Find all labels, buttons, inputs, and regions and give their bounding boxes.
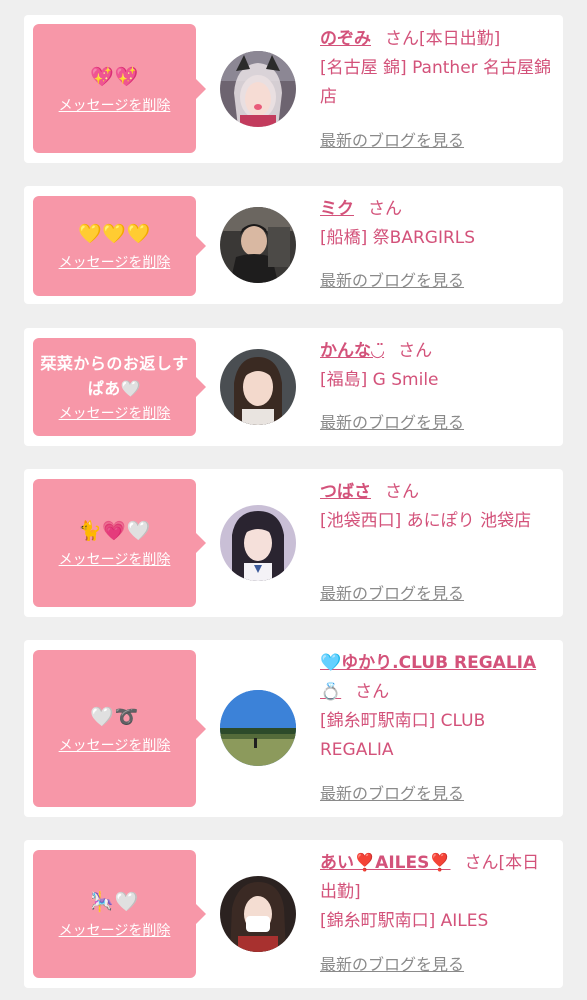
avatar[interactable]	[220, 505, 296, 581]
cast-suffix: さん	[355, 682, 390, 702]
shop-name: [船橋] 祭BARGIRLS	[320, 228, 476, 248]
cast-suffix: さん	[398, 341, 433, 361]
cast-name-link[interactable]: のぞみ	[320, 29, 371, 49]
delete-message-link[interactable]: メッセージを削除	[59, 403, 171, 423]
cast-info: かんな◡̈ さん [福島] G Smile	[320, 337, 556, 395]
message-card: 💛💛💛 メッセージを削除 ミク さん [船橋] 祭BARGIRLS 最新のブログを…	[24, 186, 563, 304]
message-bubble: 💛💛💛 メッセージを削除	[33, 196, 206, 296]
cast-name-link[interactable]: ミク	[320, 199, 354, 219]
cast-info: つばさ さん [池袋西口] あにぽり 池袋店	[320, 478, 556, 536]
message-bubble: 栞菜からのお返しすぱあ🤍 メッセージを削除	[33, 338, 206, 436]
shop-name: [池袋西口] あにぽり 池袋店	[320, 511, 532, 531]
blog-link[interactable]: 最新のブログを見る	[320, 580, 464, 604]
cast-name-link[interactable]: あい❣️AILES❣️	[320, 853, 451, 873]
blog-link[interactable]: 最新のブログを見る	[320, 780, 464, 804]
blog-link[interactable]: 最新のブログを見る	[320, 267, 464, 291]
cast-suffix: さん[本日出勤]	[385, 29, 501, 49]
avatar[interactable]	[220, 207, 296, 283]
cast-name-link[interactable]: かんな◡̈	[320, 341, 384, 361]
shop-name: [錦糸町駅南口] AILES	[320, 911, 489, 931]
message-text: 🐈💗🤍	[78, 520, 151, 542]
message-bubble: 🐈💗🤍 メッセージを削除	[33, 479, 206, 607]
avatar[interactable]	[220, 51, 296, 127]
cast-name-link[interactable]: つばさ	[320, 482, 371, 502]
avatar[interactable]	[220, 876, 296, 952]
cast-name-link[interactable]: 🩵ゆかり.CLUB REGALIA💍	[320, 653, 536, 702]
message-text: 🎠🤍	[90, 891, 139, 913]
shop-name: [錦糸町駅南口] CLUB REGALIA	[320, 711, 486, 760]
message-card: 🤍➰ メッセージを削除 🩵ゆかり.CLUB REGALIA💍 さん [錦糸町駅南口…	[24, 640, 563, 817]
avatar[interactable]	[220, 349, 296, 425]
cast-info: ミク さん [船橋] 祭BARGIRLS	[320, 195, 556, 253]
message-text: 💖💖	[90, 65, 139, 88]
blog-link[interactable]: 最新のブログを見る	[320, 409, 464, 433]
cast-info: のぞみ さん[本日出勤] [名古屋 錦] Panther 名古屋錦店	[320, 25, 556, 112]
message-card: 🐈💗🤍 メッセージを削除 つばさ さん [池袋西口] あにぽり 池袋店 最新のブロ…	[24, 469, 563, 617]
message-card: 💖💖 メッセージを削除 のぞみ さん[本日出勤] [名古屋 錦] Panther …	[24, 15, 563, 163]
message-bubble: 🤍➰ メッセージを削除	[33, 650, 206, 807]
cast-info: 🩵ゆかり.CLUB REGALIA💍 さん [錦糸町駅南口] CLUB REGAL…	[320, 649, 556, 765]
shop-name: [福島] G Smile	[320, 370, 439, 390]
delete-message-link[interactable]: メッセージを削除	[59, 735, 171, 755]
blog-link[interactable]: 最新のブログを見る	[320, 951, 464, 975]
delete-message-link[interactable]: メッセージを削除	[59, 252, 171, 272]
message-text: 🤍➰	[90, 705, 139, 728]
message-card: 🎠🤍 メッセージを削除 あい❣️AILES❣️ さん[本日出勤] [錦糸町駅南口]…	[24, 840, 563, 988]
cast-suffix: さん	[368, 199, 402, 219]
delete-message-link[interactable]: メッセージを削除	[59, 920, 171, 940]
message-card: 栞菜からのお返しすぱあ🤍 メッセージを削除 かんな◡̈ さん [福島] G Smi…	[24, 328, 563, 446]
cast-info: あい❣️AILES❣️ さん[本日出勤] [錦糸町駅南口] AILES	[320, 849, 556, 936]
message-bubble: 💖💖 メッセージを削除	[33, 24, 206, 153]
delete-message-link[interactable]: メッセージを削除	[59, 95, 171, 115]
delete-message-link[interactable]: メッセージを削除	[59, 549, 171, 569]
cast-suffix: さん	[385, 482, 419, 502]
shop-name: [名古屋 錦] Panther 名古屋錦店	[320, 58, 552, 107]
message-text: 栞菜からのお返しすぱあ🤍	[40, 354, 189, 398]
avatar[interactable]	[220, 690, 296, 766]
message-bubble: 🎠🤍 メッセージを削除	[33, 850, 206, 978]
message-text: 💛💛💛	[78, 223, 151, 245]
blog-link[interactable]: 最新のブログを見る	[320, 127, 464, 151]
